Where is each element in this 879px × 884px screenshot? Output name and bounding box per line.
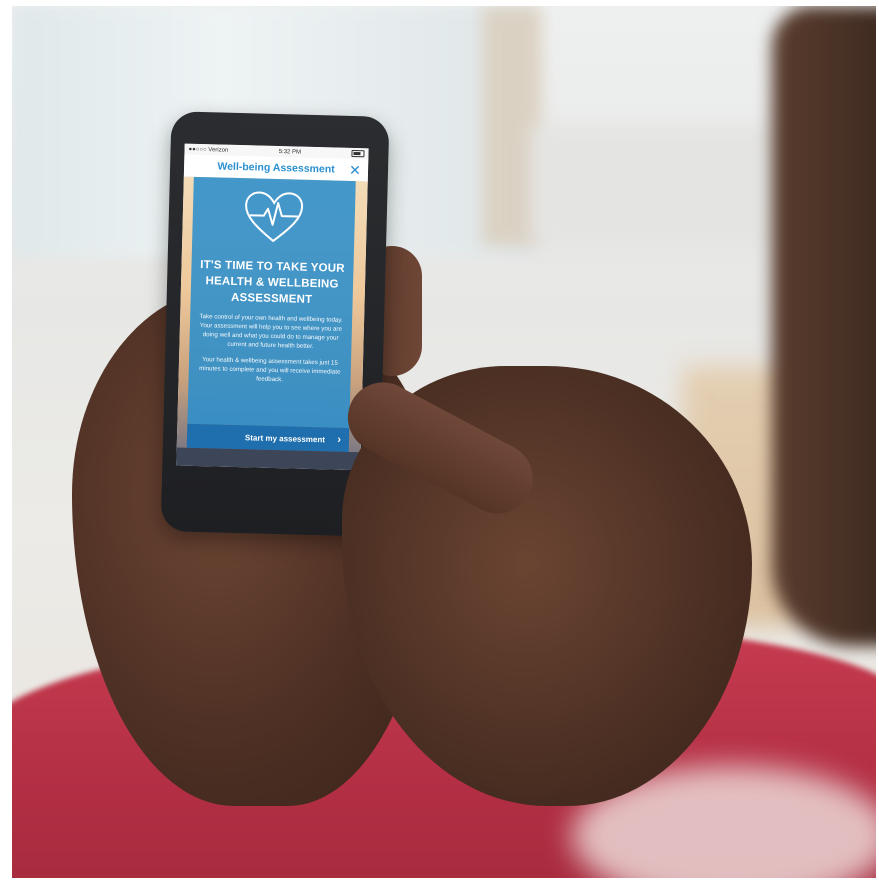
assessment-card: IT'S TIME TO TAKE YOUR HEALTH & WELLBEIN… xyxy=(187,176,356,428)
assessment-duration-note: Your health & wellbeing assessment takes… xyxy=(199,356,341,384)
close-icon[interactable]: ✕ xyxy=(348,162,362,178)
background-shelf xyxy=(532,126,782,246)
app-title: Well-being Assessment xyxy=(217,160,335,176)
carrier-label: ●●○○○ Verizon xyxy=(188,146,229,154)
phone-screen: ●●○○○ Verizon 5:32 PM Well-being Assessm… xyxy=(176,143,369,471)
start-assessment-label: Start my assessment xyxy=(244,432,326,444)
person-head xyxy=(772,6,876,646)
clock-label: 5:32 PM xyxy=(278,148,302,156)
assessment-headline: IT'S TIME TO TAKE YOUR HEALTH & WELLBEIN… xyxy=(200,259,345,306)
heart-pulse-icon xyxy=(245,191,304,243)
chevron-right-icon: › xyxy=(337,433,342,446)
battery-icon xyxy=(351,149,365,158)
screen-bottom-area xyxy=(176,447,361,471)
content-area: IT'S TIME TO TAKE YOUR HEALTH & WELLBEIN… xyxy=(176,176,368,471)
assessment-description: Take control of your own health and well… xyxy=(199,313,343,351)
photo-scene: ●●○○○ Verizon 5:32 PM Well-being Assessm… xyxy=(12,6,876,878)
